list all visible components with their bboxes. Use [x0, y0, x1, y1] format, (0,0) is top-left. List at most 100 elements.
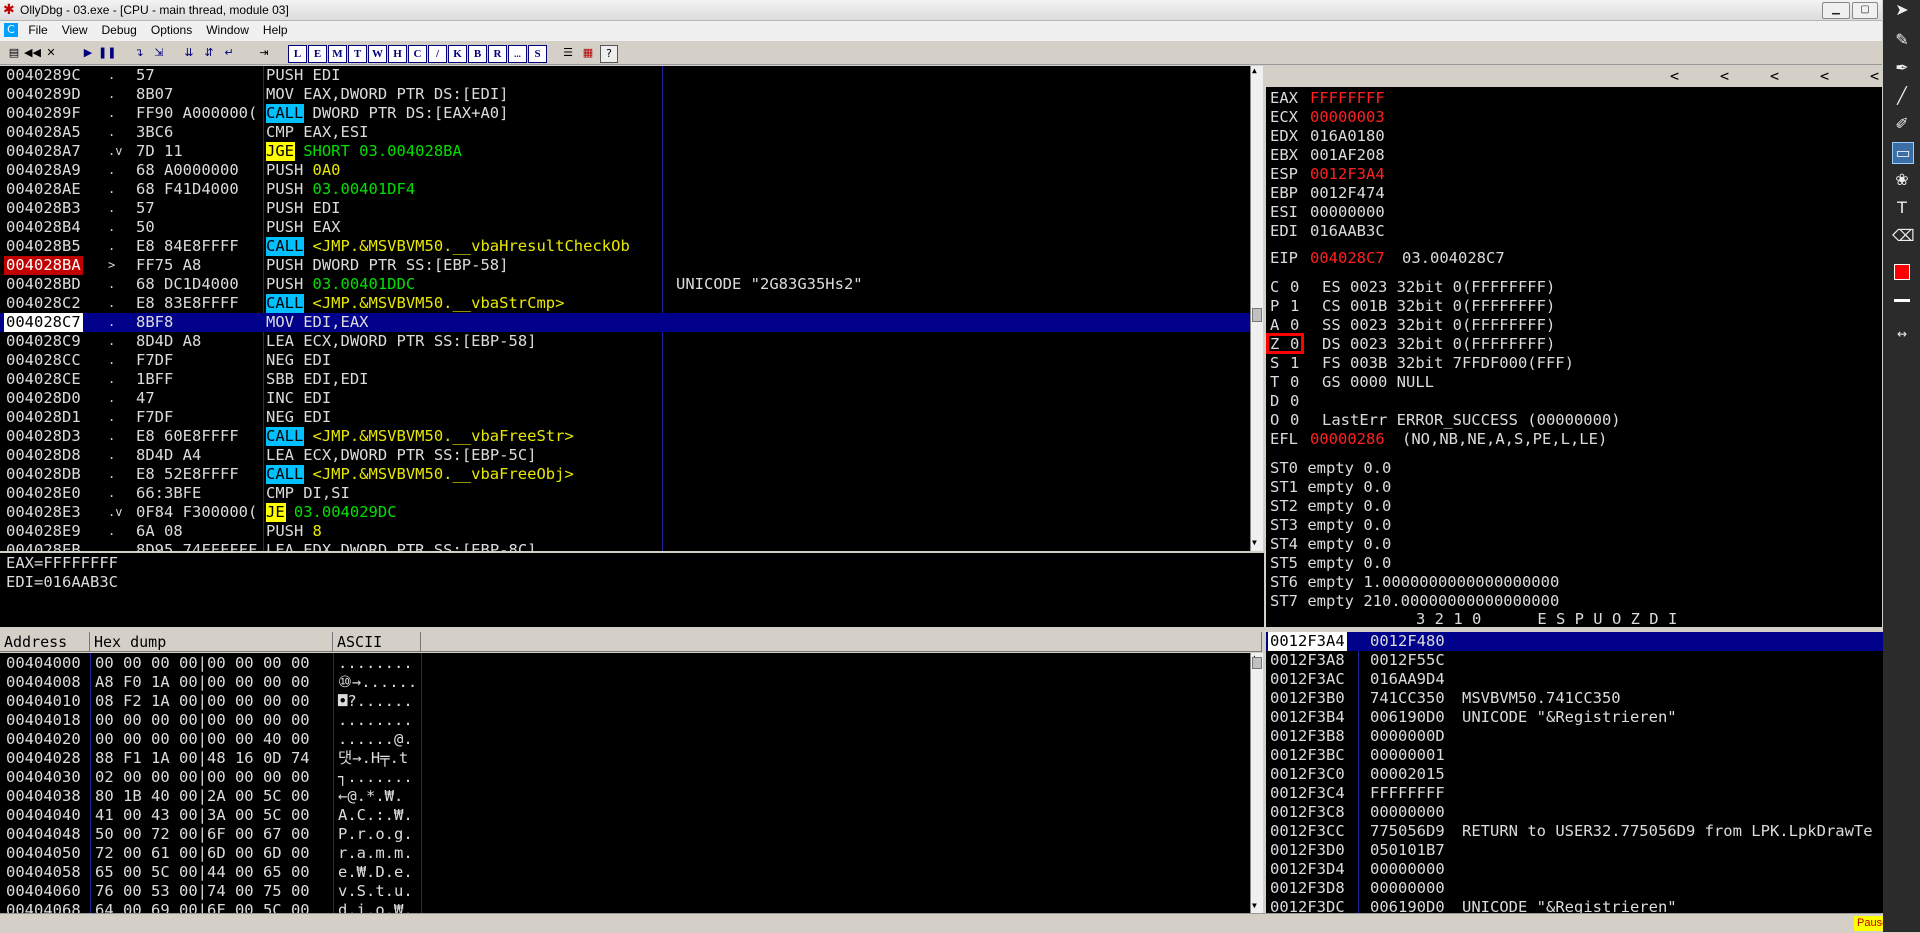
registers-pane[interactable]: Registers (FPU) < < < < < EAX FFFFFFFF ECX 0000…: [1266, 66, 1882, 627]
fpu-register-row[interactable]: ST1 empty 0.0: [1266, 478, 1882, 497]
disasm-row[interactable]: 004028EB. 8D95 74FFFFFF LEA EDX,DWORD PTR S…: [0, 541, 1250, 551]
stack-row[interactable]: 0012F3BC 00000001: [1266, 746, 1900, 765]
stack-row[interactable]: 0012F3AC 016AA9D4: [1266, 670, 1900, 689]
flag-row[interactable]: T 0 GS 0000 NULL: [1266, 373, 1882, 392]
dump-row[interactable]: 00404058 65 00 5C 00|44 00 65 00 e.₩.D.e.: [0, 863, 1250, 882]
eraser-icon[interactable]: ⌫: [1892, 226, 1915, 246]
register-value[interactable]: 00000000: [1310, 203, 1385, 222]
flag-row[interactable]: A 0 SS 0023 32bit 0(FFFFFFFF): [1266, 316, 1882, 335]
restart-icon[interactable]: ◀◀: [24, 45, 41, 61]
window-button[interactable]: R: [488, 45, 507, 63]
fpu-register-row[interactable]: ST7 empty 210.00000000000000000: [1266, 592, 1882, 611]
flag-row[interactable]: P 1 CS 001B 32bit 0(FFFFFFFF): [1266, 297, 1882, 316]
disasm-row[interactable]: 004028BA > FF75 A8 PUSH DWORD PTR SS:[EBP-58…: [0, 256, 1250, 275]
dump-row[interactable]: 00404000 00 00 00 00|00 00 00 00........: [0, 654, 1250, 673]
window-button[interactable]: B: [468, 45, 487, 63]
disasm-row[interactable]: 004028AE. 68 F41D4000 PUSH 03.00401DF4: [0, 180, 1250, 199]
flag-value[interactable]: 0: [1290, 411, 1299, 430]
stack-row[interactable]: 0012F3B8 0000000D: [1266, 727, 1900, 746]
stack-row[interactable]: 0012F3C0 00002015: [1266, 765, 1900, 784]
register-view-arrow[interactable]: <: [1670, 66, 1679, 87]
disasm-row[interactable]: 004028C2. E8 83E8FFFF CALL <JMP.&MSVBVM50._…: [0, 294, 1250, 313]
register-view-arrow[interactable]: <: [1820, 66, 1829, 87]
dump-row[interactable]: 00404010 08 F2 1A 00|00 00 00 00 ◘?......: [0, 692, 1250, 711]
marker-icon[interactable]: ✒: [1892, 58, 1912, 78]
register-eip[interactable]: EIP 004028C7 03.004028C7: [1266, 249, 1882, 268]
dump-scrollbar[interactable]: ▲ ▼: [1250, 653, 1263, 913]
cpu-window-icon[interactable]: C: [4, 23, 18, 37]
trace-into-icon[interactable]: ⇊: [180, 45, 198, 61]
highlighter-icon[interactable]: ✐: [1892, 114, 1912, 134]
flag-row[interactable]: O 0 LastErr ERROR_SUCCESS (00000000): [1266, 411, 1882, 430]
dump-header-address[interactable]: Address: [0, 632, 90, 652]
stack-row[interactable]: 0012F3B0 741CC350 MSVBVM50.741CC350: [1266, 689, 1900, 708]
dump-row[interactable]: 00404040 41 00 43 00|3A 00 5C 00 A.C.:.₩.: [0, 806, 1250, 825]
color-swatch-icon[interactable]: [1892, 262, 1912, 282]
dump-row[interactable]: 00404050 72 00 61 00|6D 00 6D 00 r.a.m.m.: [0, 844, 1250, 863]
stack-row[interactable]: 0012F3C4 FFFFFFFF: [1266, 784, 1900, 803]
register-value[interactable]: 016AAB3C: [1310, 222, 1385, 241]
register-view-arrow[interactable]: <: [1770, 66, 1779, 87]
register-row[interactable]: EBP 0012F474: [1266, 184, 1882, 203]
register-value[interactable]: 00000286: [1310, 430, 1385, 449]
window-button[interactable]: L: [288, 45, 307, 63]
stack-row[interactable]: 0012F3CC 775056D9 RETURN to USER32.775056D…: [1266, 822, 1900, 841]
disasm-row[interactable]: 004028A5. 3BC6 CMP EAX,ESI: [0, 123, 1250, 142]
register-value[interactable]: 0012F3A4: [1310, 165, 1385, 184]
dump-row[interactable]: 00404030 02 00 00 00|00 00 00 00 ┐.......: [0, 768, 1250, 787]
flag-row[interactable]: D0: [1266, 392, 1882, 411]
fpu-register-row[interactable]: ST6 empty 1.0000000000000000000: [1266, 573, 1882, 592]
help-icon[interactable]: ?: [600, 45, 618, 63]
pen-icon[interactable]: ✎: [1892, 30, 1912, 50]
register-row[interactable]: ECX 00000003: [1266, 108, 1882, 127]
disasm-row[interactable]: 0040289D. 8B07 MOV EAX,DWORD PTR DS:[EDI]: [0, 85, 1250, 104]
disasm-row[interactable]: 004028C9. 8D4D A8 LEA ECX,DWORD PTR SS:[EBP…: [0, 332, 1250, 351]
menu-item[interactable]: Window: [199, 21, 256, 39]
line-icon[interactable]: ╱: [1892, 86, 1912, 106]
window-button[interactable]: H: [388, 45, 407, 63]
dump-header-ascii[interactable]: ASCII: [333, 632, 421, 652]
register-value[interactable]: 00000003: [1310, 108, 1385, 127]
pause-icon[interactable]: ❚❚: [98, 45, 116, 61]
dump-row[interactable]: 00404008 A8 F0 1A 00|00 00 00 00 ⑩→......: [0, 673, 1250, 692]
register-value[interactable]: 0012F474: [1310, 184, 1385, 203]
dump-header-hex[interactable]: Hex dump: [90, 632, 333, 652]
register-row[interactable]: EAX FFFFFFFF: [1266, 89, 1882, 108]
flag-row[interactable]: S 1 FS 003B 32bit 7FFDF000(FFF): [1266, 354, 1882, 373]
window-button[interactable]: S: [528, 45, 547, 63]
menu-item[interactable]: File: [21, 21, 54, 39]
stack-row[interactable]: 0012F3A4 0012F480: [1266, 632, 1900, 651]
fpu-register-row[interactable]: ST5 empty 0.0: [1266, 554, 1882, 573]
register-value[interactable]: 016A0180: [1310, 127, 1385, 146]
window-button[interactable]: C: [408, 45, 427, 63]
disasm-row[interactable]: 004028C7. 8BF8 MOV EDI,EAX: [0, 313, 1250, 332]
stack-row[interactable]: 0012F3DC 006190D0 UNICODE "&Registrieren": [1266, 898, 1900, 913]
menu-item[interactable]: Help: [256, 21, 295, 39]
stack-row[interactable]: 0012F3D4 00000000: [1266, 860, 1900, 879]
register-value[interactable]: 001AF208: [1310, 146, 1385, 165]
disasm-row[interactable]: 004028B3. 57 PUSH EDI: [0, 199, 1250, 218]
disassembly-pane[interactable]: 0040289C. 57 PUSH EDI 0040289D. 8B07 MOV EAX,DW…: [0, 66, 1250, 551]
dump-row[interactable]: 00404028 88 F1 1A 00|48 16 0D 74 댓→.H╤.t: [0, 749, 1250, 768]
window-button[interactable]: K: [448, 45, 467, 63]
minimize-button[interactable]: ▁: [1822, 2, 1850, 19]
dump-row[interactable]: 00404048 50 00 72 00|6F 00 67 00 P.r.o.g.: [0, 825, 1250, 844]
dump-row[interactable]: 00404068 64 00 69 00|6F 00 5C 00 d.i.o.₩.: [0, 901, 1250, 913]
menu-item[interactable]: Debug: [94, 21, 143, 39]
disasm-row[interactable]: 004028E3 .v 0F84 F300000(JE 03.004029DC: [0, 503, 1250, 522]
dump-row[interactable]: 00404020 00 00 00 00|00 00 40 00 ......@.: [0, 730, 1250, 749]
disasm-row[interactable]: 004028D3. E8 60E8FFFF CALL <JMP.&MSVBVM50._…: [0, 427, 1250, 446]
fpu-register-row[interactable]: ST4 empty 0.0: [1266, 535, 1882, 554]
expand-icon[interactable]: ↔: [1892, 324, 1912, 344]
window-button[interactable]: M: [328, 45, 347, 63]
register-row[interactable]: ESI 00000000: [1266, 203, 1882, 222]
disasm-row[interactable]: 004028A7 .v 7D 11 JGE SHORT 03.004028BA: [0, 142, 1250, 161]
flag-row[interactable]: C 0 ES 0023 32bit 0(FFFFFFFF): [1266, 278, 1882, 297]
register-row[interactable]: EBX 001AF208: [1266, 146, 1882, 165]
dump-row[interactable]: 00404018 00 00 00 00|00 00 00 00........: [0, 711, 1250, 730]
stack-pane[interactable]: 0012F3A4 0012F480 0012F3A8 0012F55C 0012F3AC…: [1266, 632, 1900, 913]
fpu-register-row[interactable]: ST0 empty 0.0: [1266, 459, 1882, 478]
stack-row[interactable]: 0012F3B4 006190D0 UNICODE "&Registrieren": [1266, 708, 1900, 727]
disasm-row[interactable]: 0040289C. 57 PUSH EDI: [0, 66, 1250, 85]
menu-item[interactable]: View: [55, 21, 95, 39]
